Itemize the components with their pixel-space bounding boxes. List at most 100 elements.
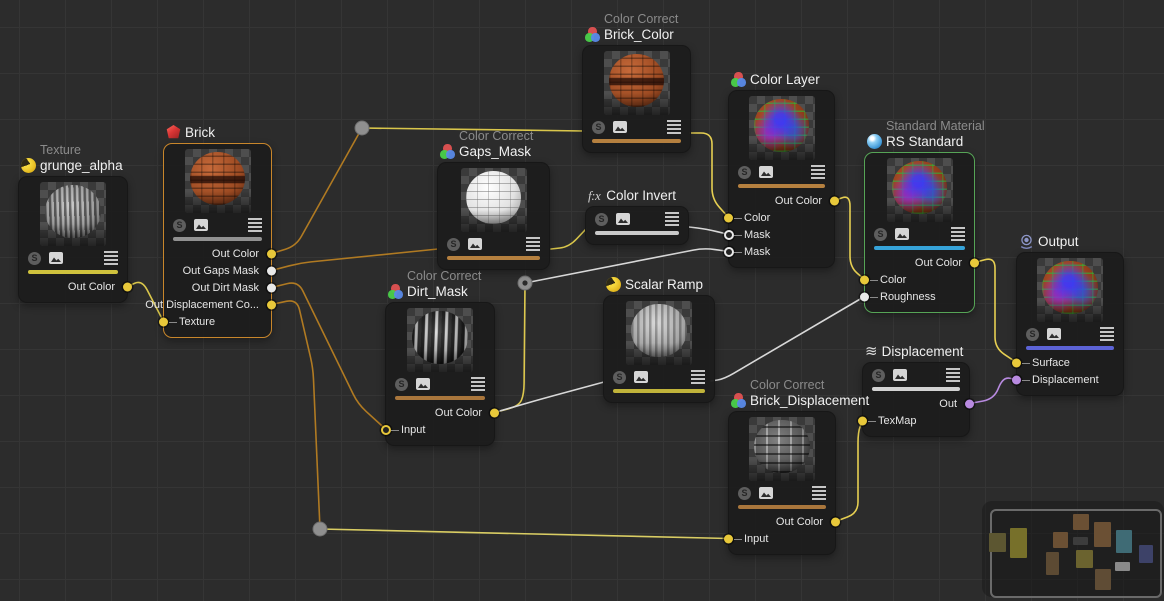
port-dot-texmap[interactable] [858, 416, 867, 425]
node-gaps_mask[interactable]: S [437, 162, 550, 270]
solo-icon[interactable]: S [872, 369, 885, 382]
node-title-gaps_mask[interactable]: Color CorrectGaps_Mask [440, 129, 533, 159]
menu-icon[interactable] [667, 120, 681, 134]
menu-icon[interactable] [526, 237, 540, 251]
port-rs_standard-roughness[interactable]: Roughness [865, 288, 974, 305]
preview-toggle-icon[interactable] [416, 378, 430, 390]
preview-toggle-icon[interactable] [194, 219, 208, 231]
node-scalar_ramp[interactable]: S [603, 295, 715, 403]
node-grunge_alpha[interactable]: S Out Color [18, 176, 128, 303]
menu-icon[interactable] [104, 251, 118, 265]
node-title-color_invert[interactable]: f:xColor Invert [588, 188, 676, 203]
solo-icon[interactable]: S [874, 228, 887, 241]
node-graph-canvas[interactable]: Texturegrunge_alphaSOut ColorBrickSOut C… [0, 0, 1164, 601]
port-dirt_mask-out_color[interactable]: Out Color [386, 404, 494, 421]
preview-toggle-icon[interactable] [759, 487, 773, 499]
port-grunge_alpha-out_color[interactable]: Out Color [19, 278, 127, 295]
solo-icon[interactable]: S [592, 121, 605, 134]
node-title-dirt_mask[interactable]: Color CorrectDirt_Mask [388, 269, 481, 299]
node-rs_standard[interactable]: S Out ColorColorRoughness [864, 152, 975, 313]
node-brick_color[interactable]: S [582, 45, 691, 153]
node-color_invert[interactable]: S [585, 206, 689, 245]
port-rs_standard-out_color[interactable]: Out Color [865, 254, 974, 271]
node-dirt_mask[interactable]: SOut ColorInput [385, 302, 495, 446]
port-rs_standard-color[interactable]: Color [865, 271, 974, 288]
port-dot-out_gaps_mask[interactable] [267, 266, 276, 275]
node-title-brick_displacement[interactable]: Color CorrectBrick_Displacement [731, 378, 869, 408]
minimap[interactable] [982, 501, 1164, 597]
preview-toggle-icon[interactable] [634, 371, 648, 383]
port-dot-out_color[interactable] [123, 282, 132, 291]
port-dot-out_color[interactable] [490, 408, 499, 417]
node-title-brick[interactable]: Brick [166, 125, 215, 140]
port-brick-texture[interactable]: Texture [164, 313, 271, 330]
node-title-color_layer[interactable]: Color Layer [731, 72, 820, 87]
port-dot-out_color[interactable] [831, 517, 840, 526]
port-dot-displacement[interactable] [1012, 375, 1021, 384]
port-dot-roughness[interactable] [860, 292, 869, 301]
node-title-rs_standard[interactable]: Standard MaterialRS Standard [867, 119, 985, 149]
menu-icon[interactable] [1100, 327, 1114, 341]
solo-icon[interactable]: S [613, 371, 626, 384]
preview-toggle-icon[interactable] [49, 252, 63, 264]
node-brick[interactable]: S Out ColorOut Gaps MaskOut Dirt MaskOut … [163, 143, 272, 338]
port-displacement-texmap[interactable]: TexMap [863, 412, 969, 429]
port-brick_displacement-input[interactable]: Input [729, 530, 835, 547]
port-dot-input[interactable] [381, 425, 391, 435]
menu-icon[interactable] [665, 212, 679, 226]
menu-icon[interactable] [812, 486, 826, 500]
menu-icon[interactable] [691, 370, 705, 384]
solo-icon[interactable]: S [173, 219, 186, 232]
port-dirt_mask-input[interactable]: Input [386, 421, 494, 438]
solo-icon[interactable]: S [1026, 328, 1039, 341]
port-dot-texture[interactable] [159, 317, 168, 326]
solo-icon[interactable]: S [595, 213, 608, 226]
port-brick-out_gaps_mask[interactable]: Out Gaps Mask [164, 262, 271, 279]
solo-icon[interactable]: S [447, 238, 460, 251]
port-displacement-out[interactable]: Out [863, 395, 969, 412]
port-dot-out_color[interactable] [830, 196, 839, 205]
preview-toggle-icon[interactable] [613, 121, 627, 133]
preview-toggle-icon[interactable] [759, 166, 773, 178]
port-color_layer-mask1[interactable]: Mask [729, 226, 834, 243]
port-output-surface[interactable]: Surface [1017, 354, 1123, 371]
node-title-displacement[interactable]: ≋Displacement [865, 344, 963, 359]
preview-toggle-icon[interactable] [616, 213, 630, 225]
port-dot-color[interactable] [860, 275, 869, 284]
node-title-brick_color[interactable]: Color CorrectBrick_Color [585, 12, 678, 42]
port-dot-out_displacement[interactable] [267, 300, 276, 309]
port-dot-color[interactable] [724, 213, 733, 222]
port-dot-surface[interactable] [1012, 358, 1021, 367]
menu-icon[interactable] [946, 368, 960, 382]
port-brick-out_color[interactable]: Out Color [164, 245, 271, 262]
port-dot-input[interactable] [724, 534, 733, 543]
node-color_layer[interactable]: SOut ColorColorMaskMask [728, 90, 835, 268]
port-dot-out_color[interactable] [970, 258, 979, 267]
port-brick-out_dirt_mask[interactable]: Out Dirt Mask [164, 279, 271, 296]
solo-icon[interactable]: S [738, 487, 751, 500]
port-brick-out_displacement[interactable]: Out Displacement Co... [164, 296, 271, 313]
node-displacement[interactable]: S OutTexMap [862, 362, 970, 437]
preview-toggle-icon[interactable] [468, 238, 482, 250]
node-title-scalar_ramp[interactable]: Scalar Ramp [606, 277, 703, 292]
menu-icon[interactable] [811, 165, 825, 179]
solo-icon[interactable]: S [28, 252, 41, 265]
preview-toggle-icon[interactable] [1047, 328, 1061, 340]
solo-icon[interactable]: S [738, 166, 751, 179]
preview-toggle-icon[interactable] [895, 228, 909, 240]
port-brick_displacement-out_color[interactable]: Out Color [729, 513, 835, 530]
port-color_layer-mask2[interactable]: Mask [729, 243, 834, 260]
port-dot-out_color[interactable] [267, 249, 276, 258]
node-output[interactable]: SSurfaceDisplacement [1016, 252, 1124, 396]
node-title-output[interactable]: Output [1019, 234, 1079, 249]
port-dot-mask2[interactable] [724, 247, 734, 257]
port-dot-mask1[interactable] [724, 230, 734, 240]
preview-toggle-icon[interactable] [893, 369, 907, 381]
port-dot-out_dirt_mask[interactable] [267, 283, 276, 292]
menu-icon[interactable] [248, 218, 262, 232]
port-color_layer-out_color[interactable]: Out Color [729, 192, 834, 209]
menu-icon[interactable] [471, 377, 485, 391]
port-color_layer-color[interactable]: Color [729, 209, 834, 226]
node-brick_displacement[interactable]: S Out ColorInput [728, 411, 836, 555]
port-dot-out[interactable] [965, 399, 974, 408]
